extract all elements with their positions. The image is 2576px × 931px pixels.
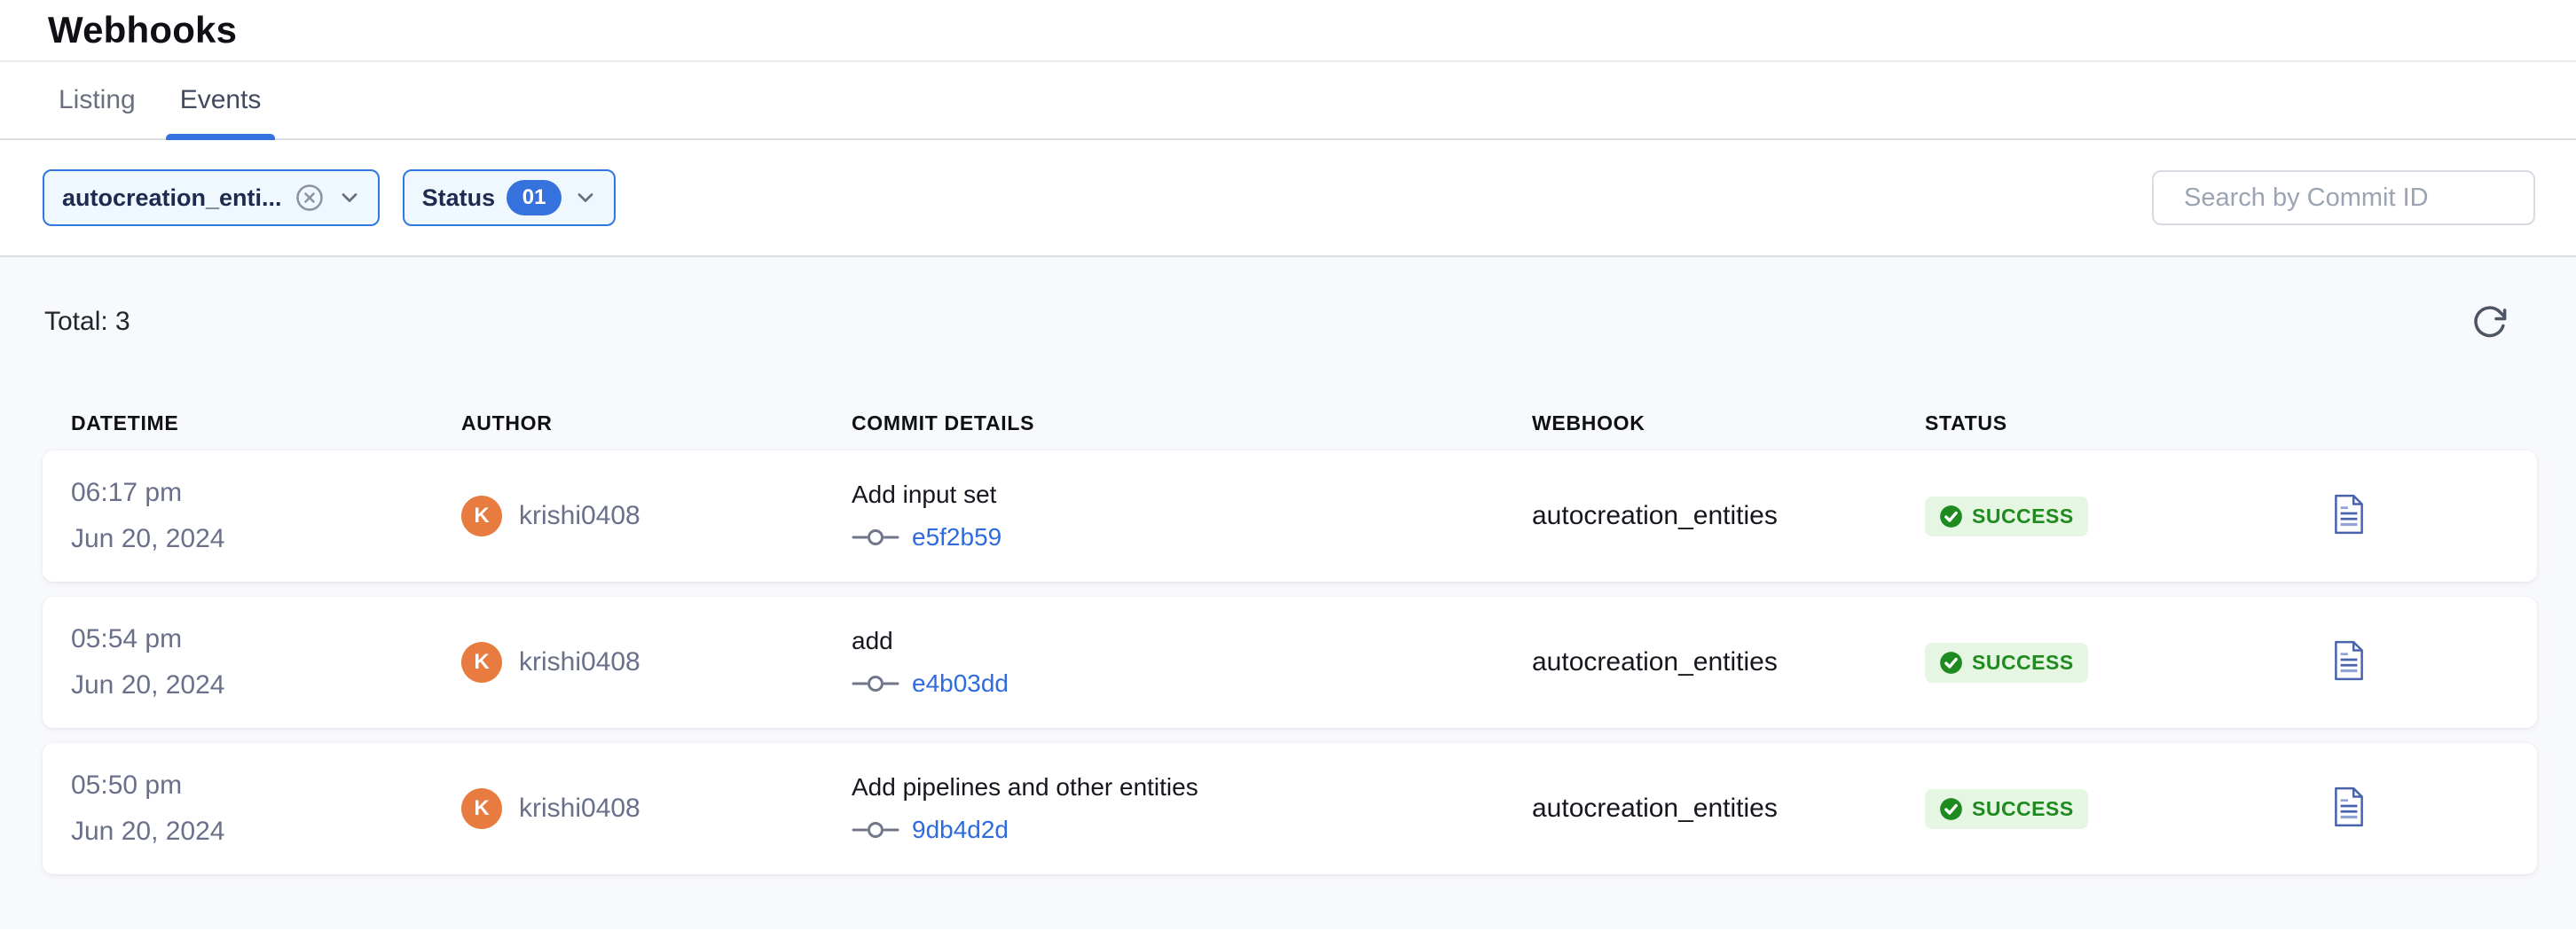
- webhooks-page: Webhooks Listing Events autocreation_ent…: [0, 0, 2576, 931]
- author-cell: K krishi0408: [461, 642, 852, 683]
- status-cell: SUCCESS: [1925, 789, 2306, 829]
- commit-message: Add pipelines and other entities: [852, 773, 1532, 802]
- events-content: Total: 3 DATETIME AUTHOR COMMIT DETAILS …: [0, 257, 2576, 929]
- search-box: [2152, 170, 2535, 225]
- datetime-cell: 06:17 pm Jun 20, 2024: [71, 478, 461, 554]
- event-time: 05:54 pm: [71, 624, 461, 654]
- status-filter-count-badge: 01: [507, 180, 562, 215]
- total-count-label: Total: 3: [44, 307, 130, 337]
- event-date: Jun 20, 2024: [71, 817, 461, 847]
- status-badge: SUCCESS: [1925, 789, 2088, 829]
- avatar: K: [461, 496, 502, 536]
- search-input[interactable]: [2184, 184, 2518, 213]
- view-payload-button[interactable]: [2333, 786, 2365, 827]
- col-header-author: AUTHOR: [461, 411, 852, 435]
- actions-cell: [2306, 494, 2509, 539]
- table-row: 05:50 pm Jun 20, 2024 K krishi0408 Add p…: [43, 743, 2537, 874]
- tab-listing[interactable]: Listing: [44, 62, 150, 138]
- status-text: SUCCESS: [1972, 651, 2074, 675]
- commit-id-link[interactable]: 9db4d2d: [912, 816, 1009, 844]
- webhook-filter-label: autocreation_enti...: [62, 184, 282, 212]
- author-cell: K krishi0408: [461, 496, 852, 536]
- col-header-datetime: DATETIME: [71, 411, 461, 435]
- git-commit-icon: [852, 672, 899, 695]
- commit-details-cell: Add pipelines and other entities 9db4d2d: [852, 773, 1532, 844]
- commit-details-cell: add e4b03dd: [852, 627, 1532, 698]
- chevron-down-icon[interactable]: [337, 185, 362, 210]
- avatar: K: [461, 788, 502, 829]
- table-header-row: DATETIME AUTHOR COMMIT DETAILS WEBHOOK S…: [43, 411, 2537, 435]
- commit-message: add: [852, 627, 1532, 655]
- status-badge: SUCCESS: [1925, 643, 2088, 683]
- total-bar: Total: 3: [43, 257, 2537, 342]
- tab-events[interactable]: Events: [166, 62, 276, 138]
- event-time: 05:50 pm: [71, 771, 461, 801]
- commit-id-link[interactable]: e5f2b59: [912, 523, 1001, 552]
- actions-cell: [2306, 640, 2509, 685]
- refresh-icon: [2471, 303, 2509, 340]
- author-name: krishi0408: [519, 501, 640, 531]
- author-name: krishi0408: [519, 794, 640, 824]
- git-commit-icon: [852, 818, 899, 841]
- document-icon: [2333, 640, 2365, 681]
- document-icon: [2333, 494, 2365, 535]
- avatar: K: [461, 642, 502, 683]
- webhook-name: autocreation_entities: [1532, 794, 1925, 824]
- refresh-button[interactable]: [2470, 301, 2510, 342]
- table-row: 05:54 pm Jun 20, 2024 K krishi0408 add e…: [43, 597, 2537, 728]
- author-cell: K krishi0408: [461, 788, 852, 829]
- status-text: SUCCESS: [1972, 505, 2074, 528]
- status-cell: SUCCESS: [1925, 643, 2306, 683]
- actions-cell: [2306, 786, 2509, 832]
- page-title: Webhooks: [48, 9, 237, 51]
- filter-bar: autocreation_enti... Status 01: [0, 140, 2576, 257]
- author-name: krishi0408: [519, 647, 640, 677]
- status-badge: SUCCESS: [1925, 497, 2088, 536]
- check-icon: [1939, 651, 1963, 675]
- webhook-name: autocreation_entities: [1532, 647, 1925, 677]
- datetime-cell: 05:54 pm Jun 20, 2024: [71, 624, 461, 700]
- status-text: SUCCESS: [1972, 797, 2074, 821]
- col-header-webhook: WEBHOOK: [1532, 411, 1925, 435]
- col-header-status: STATUS: [1925, 411, 2306, 435]
- webhook-filter-chip[interactable]: autocreation_enti...: [43, 169, 380, 226]
- commit-message: Add input set: [852, 481, 1532, 509]
- check-icon: [1939, 505, 1963, 528]
- status-filter-chip[interactable]: Status 01: [403, 169, 617, 226]
- remove-filter-icon[interactable]: [294, 182, 326, 214]
- table-row: 06:17 pm Jun 20, 2024 K krishi0408 Add i…: [43, 450, 2537, 582]
- event-time: 06:17 pm: [71, 478, 461, 508]
- check-icon: [1939, 797, 1963, 821]
- git-commit-icon: [852, 526, 899, 549]
- webhook-name: autocreation_entities: [1532, 501, 1925, 531]
- commit-details-cell: Add input set e5f2b59: [852, 481, 1532, 552]
- view-payload-button[interactable]: [2333, 640, 2365, 681]
- event-date: Jun 20, 2024: [71, 524, 461, 554]
- commit-id-link[interactable]: e4b03dd: [912, 669, 1009, 698]
- document-icon: [2333, 786, 2365, 827]
- tabs-bar: Listing Events: [0, 62, 2576, 140]
- status-cell: SUCCESS: [1925, 497, 2306, 536]
- chevron-down-icon[interactable]: [573, 185, 598, 210]
- col-header-commit-details: COMMIT DETAILS: [852, 411, 1532, 435]
- view-payload-button[interactable]: [2333, 494, 2365, 535]
- event-date: Jun 20, 2024: [71, 670, 461, 700]
- status-filter-label: Status: [422, 184, 496, 212]
- datetime-cell: 05:50 pm Jun 20, 2024: [71, 771, 461, 847]
- page-header: Webhooks: [0, 0, 2576, 62]
